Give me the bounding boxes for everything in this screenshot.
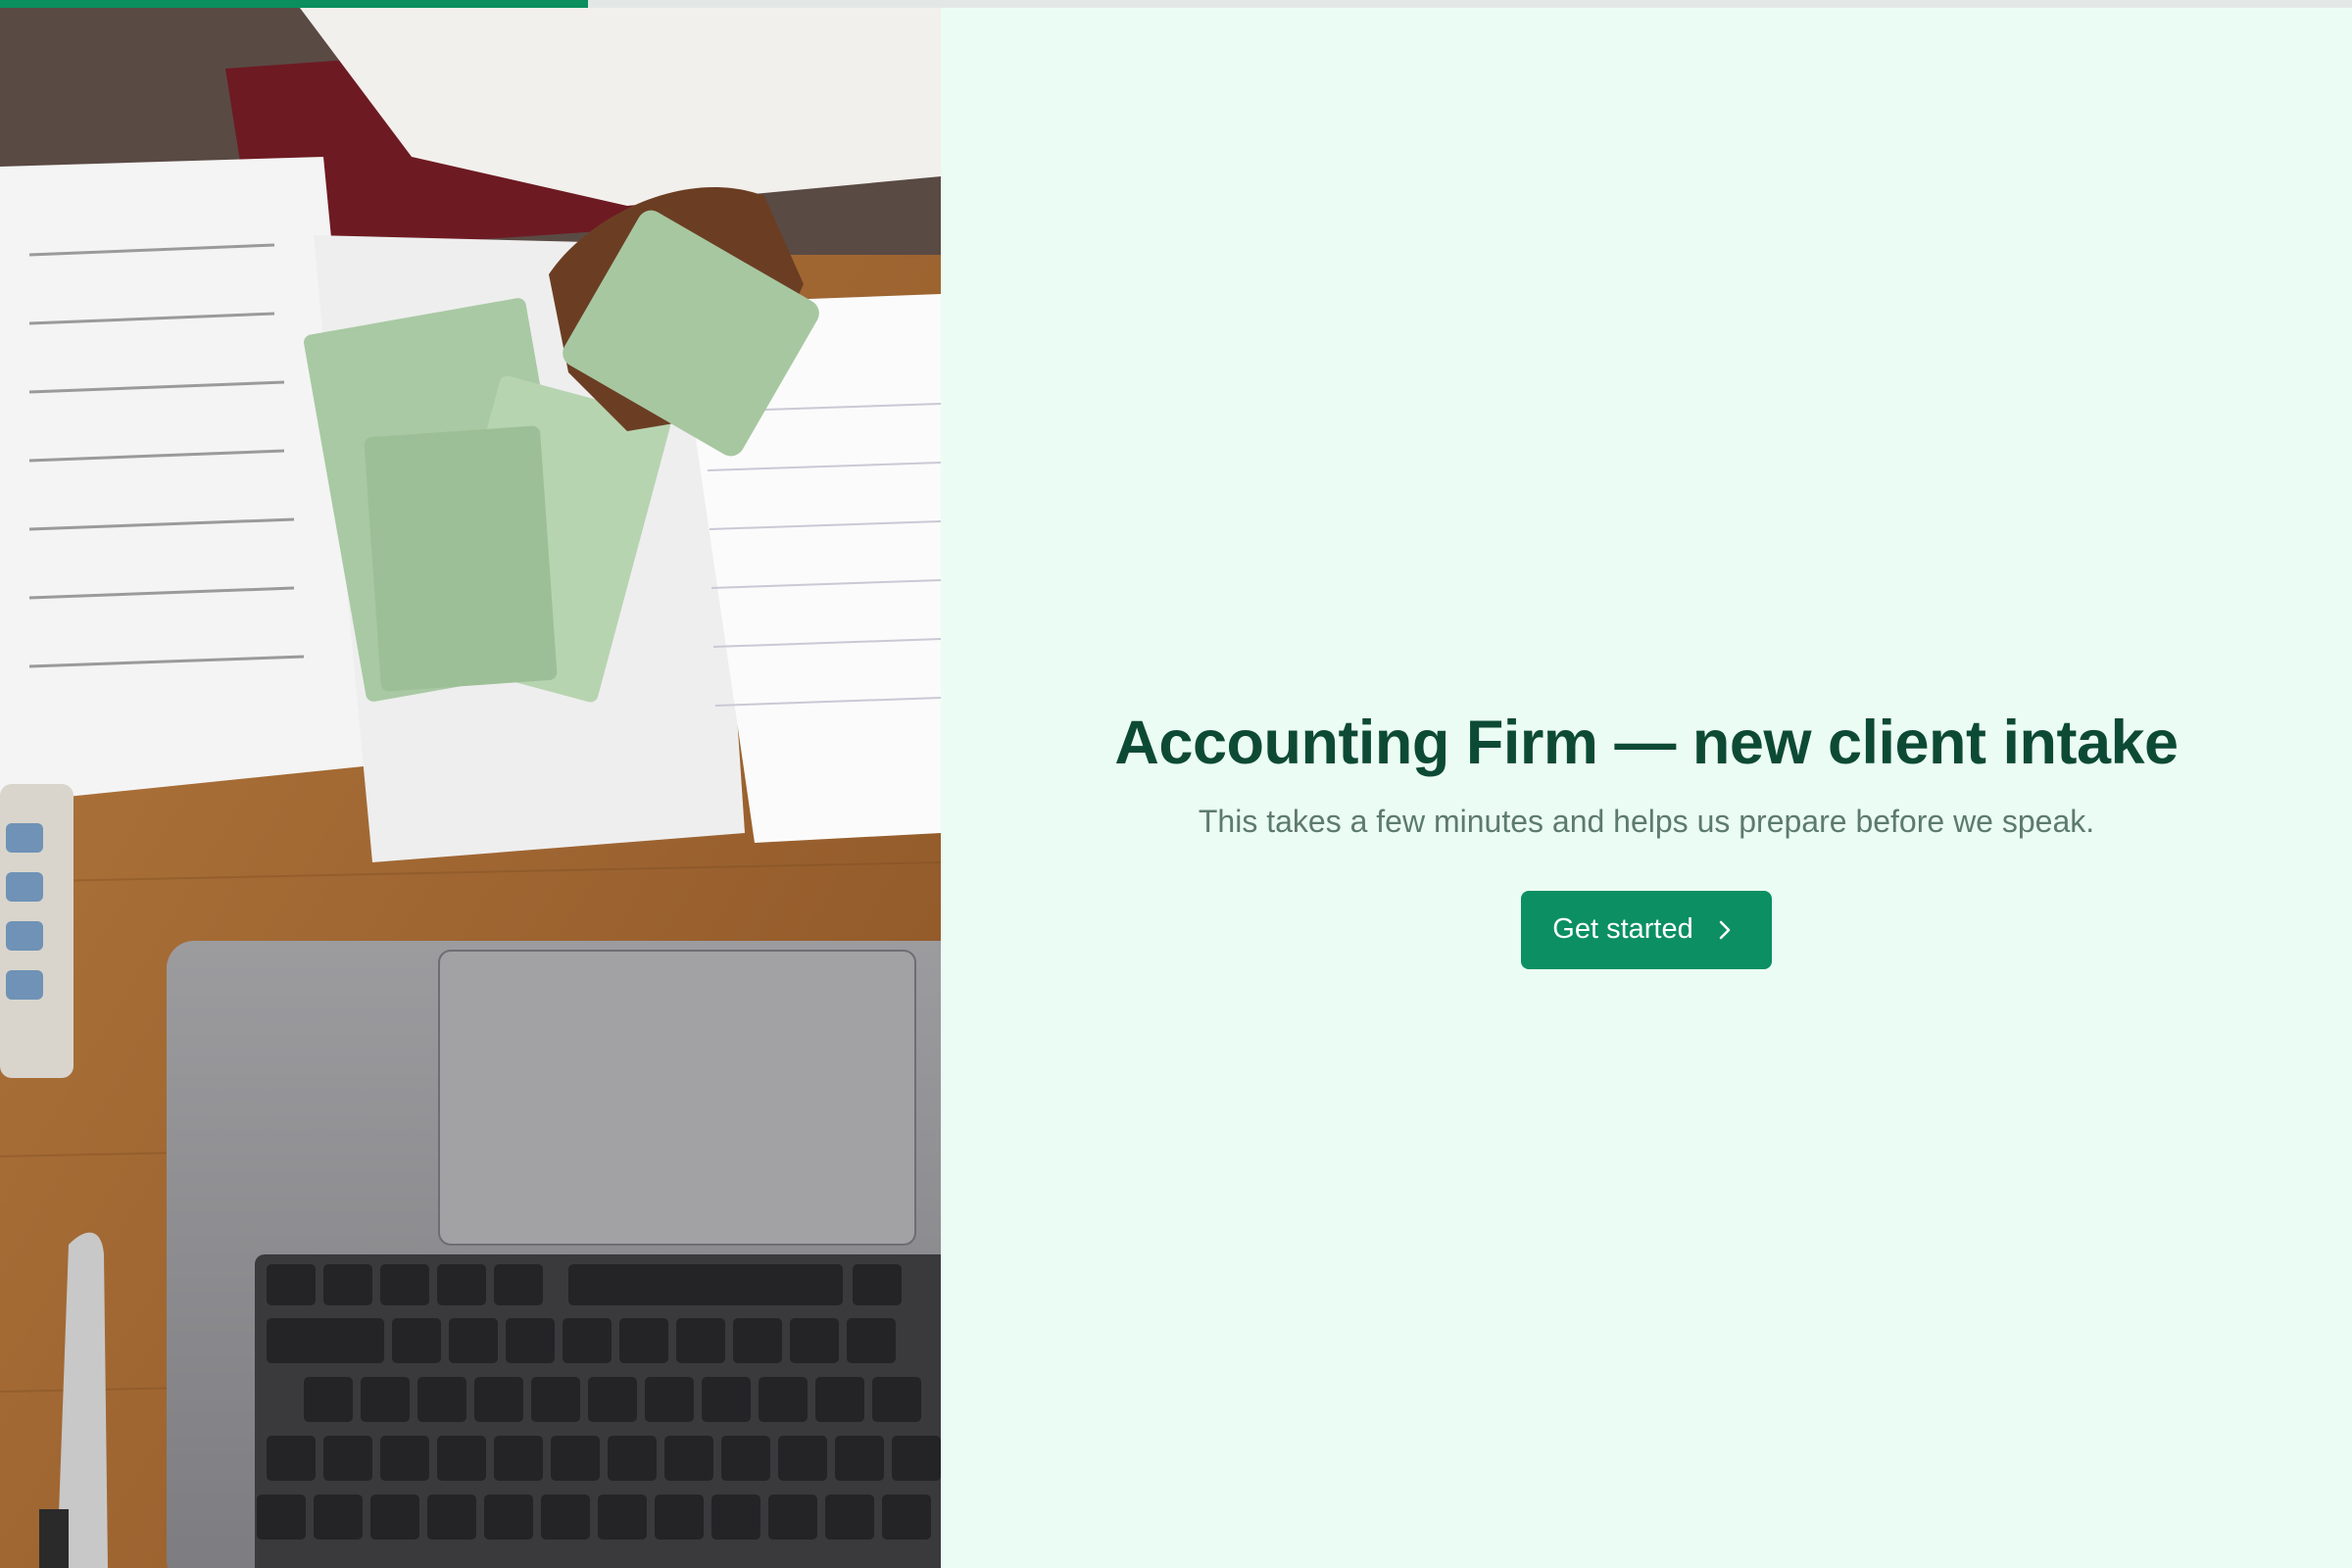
- intro-panel: Accounting Firm — new client intake This…: [941, 8, 2352, 1568]
- page-title: Accounting Firm — new client intake: [1114, 708, 2179, 777]
- chevron-right-icon: [1715, 917, 1735, 943]
- progress-bar-fill: [0, 0, 588, 8]
- hero-image: [0, 0, 941, 1568]
- hero-photo-illustration: [0, 0, 941, 1568]
- get-started-label: Get started: [1552, 913, 1693, 945]
- page-subtitle: This takes a few minutes and helps us pr…: [1198, 803, 2095, 839]
- get-started-button[interactable]: Get started: [1521, 890, 1772, 969]
- intro-content: Accounting Firm — new client intake This…: [1114, 708, 2179, 969]
- progress-bar: [0, 0, 2352, 8]
